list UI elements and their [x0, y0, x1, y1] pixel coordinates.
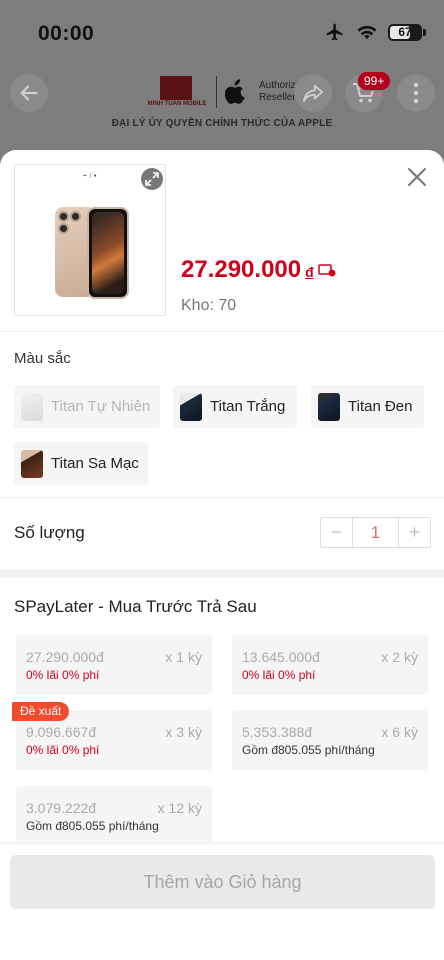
footer-divider: [0, 842, 444, 846]
color-option-titan-sa-mac[interactable]: Titan Sa Mạc: [14, 442, 148, 485]
quantity-decrease-button[interactable]: −: [321, 518, 352, 547]
titan-natural-swatch: [21, 392, 43, 421]
add-to-cart-button[interactable]: Thêm vào Giỏ hàng: [10, 855, 435, 909]
titan-white-swatch: [180, 392, 202, 421]
quantity-label: Số lượng: [14, 523, 85, 542]
airplane-icon: [326, 23, 343, 41]
quantity-increase-button[interactable]: +: [399, 518, 430, 547]
status-icons: 67: [324, 22, 426, 42]
battery-icon: 67: [388, 23, 426, 41]
product-price: 27.290.000 đ: [181, 256, 336, 284]
arrow-left-icon: [20, 85, 38, 101]
back-button[interactable]: [10, 74, 48, 112]
status-bar: 00:00 67: [0, 0, 444, 68]
quantity-stepper: − 1 +: [320, 517, 431, 548]
titan-black-swatch: [318, 392, 340, 421]
color-option-titan-tu-nhien[interactable]: Titan Tự Nhiên: [14, 385, 160, 428]
color-option-titan-trang[interactable]: Titan Trắng: [173, 385, 297, 428]
cart-count-badge: 99+: [357, 71, 392, 91]
quantity-value[interactable]: 1: [352, 518, 399, 547]
close-icon: [408, 168, 426, 186]
color-section-label: Màu sắc: [14, 350, 71, 367]
titan-desert-swatch: [21, 449, 43, 478]
status-time: 00:00: [38, 22, 95, 45]
spaylater-plan-6[interactable]: 5.353.388đ x 6 kỳ Gồm đ805.055 phí/tháng: [232, 710, 428, 770]
share-button[interactable]: [294, 74, 332, 112]
price-tag-icon: [317, 264, 336, 277]
brand-logo: MINH TUAN MOBILE Authorized Reseller: [146, 76, 307, 108]
close-button[interactable]: [404, 164, 430, 190]
spaylater-plan-12[interactable]: 3.079.222đ x 12 kỳ Gồm đ805.055 phí/thán…: [16, 786, 212, 846]
recommended-tag: Đề xuất: [12, 702, 70, 721]
expand-icon: [145, 172, 159, 186]
share-icon: [302, 84, 323, 103]
more-vertical-icon: [413, 82, 419, 104]
wifi-icon: [357, 25, 377, 40]
color-option-titan-den[interactable]: Titan Đen: [311, 385, 424, 428]
apple-icon: [225, 79, 245, 104]
spaylater-plan-1[interactable]: 27.290.000đ x 1 kỳ 0% lãi 0% phí: [16, 635, 212, 695]
more-button[interactable]: [397, 74, 435, 112]
product-image[interactable]: ▪▪ | ●: [14, 164, 166, 316]
expand-image-button[interactable]: [141, 168, 163, 190]
stock-count: Kho: 70: [181, 297, 237, 314]
spaylater-plan-2[interactable]: 13.645.000đ x 2 kỳ 0% lãi 0% phí: [232, 635, 428, 695]
page-tagline: ĐẠI LÝ ỦY QUYỀN CHÍNH THỨC CỦA APPLE: [111, 118, 333, 129]
phone-front-graphic: [87, 207, 129, 299]
variant-sheet: ▪▪ | ● 27.290.000 đ Kho: 70 Màu sắc Titan…: [0, 150, 444, 960]
spaylater-title: SPayLater - Mua Trước Trả Sau: [14, 597, 257, 616]
minh-tuan-logo: MINH TUAN MOBILE: [146, 76, 208, 108]
